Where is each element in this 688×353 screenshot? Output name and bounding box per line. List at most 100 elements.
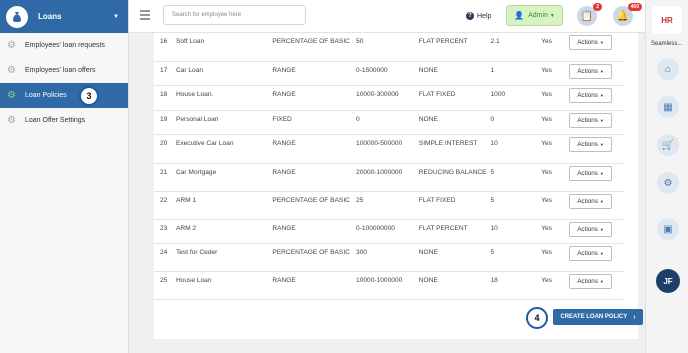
active-status: Yes xyxy=(541,115,552,123)
admin-dropdown[interactable]: 👤 Admin ▼ xyxy=(506,5,563,26)
notification-count-badge: 460 xyxy=(627,3,642,11)
actions-dropdown-button[interactable]: Actions ▼ xyxy=(569,35,613,50)
caret-down-icon: ▼ xyxy=(599,68,604,74)
row-number: 22 xyxy=(160,196,168,204)
interest-type: FLAT PERCENT xyxy=(418,224,468,232)
row-number: 17 xyxy=(160,66,168,74)
table-row: 23 ARM 2 RANGE 0-100000000 FLAT PERCENT 10 Yes… xyxy=(154,219,624,243)
interest-rate: 5 xyxy=(490,248,495,256)
active-status: Yes xyxy=(541,248,552,256)
caret-down-icon: ▼ xyxy=(599,40,604,45)
table-row: 17 Car Loan RANGE 0-1500000 NONE 1 Yes Actions ▼ xyxy=(154,61,624,85)
notifications-button[interactable]: 🔔 460 xyxy=(613,3,642,26)
row-number: 21 xyxy=(160,168,168,176)
right-rail: HR Seamless... ⌂ ▦ 🛒 ⚙ ▣ JF xyxy=(645,0,688,353)
actions-cell: Actions ▼ xyxy=(569,191,624,219)
interest-type: FLAT PERCENT xyxy=(418,38,468,45)
actions-cell: Actions ▼ xyxy=(569,243,624,271)
sidebar-item-loan-requests[interactable]: ⚙ Employees' loan requests xyxy=(0,33,128,58)
policy-name: Executive Car Loan xyxy=(175,139,234,147)
actions-dropdown-button[interactable]: Actions ▼ xyxy=(569,245,613,261)
policy-name: Soft Loan xyxy=(175,38,205,45)
policy-value: 10000-1000000 xyxy=(356,276,403,284)
policy-value: 10000-300000 xyxy=(356,90,399,98)
create-loan-policy-button[interactable]: CREATE LOAN POLICY › xyxy=(553,309,643,325)
chevron-down-icon[interactable]: ▼ xyxy=(113,14,119,20)
policy-type: RANGE xyxy=(272,66,296,74)
interest-rate: 5 xyxy=(490,196,495,204)
actions-dropdown-button[interactable]: Actions ▼ xyxy=(569,63,613,79)
sidebar-title: Loans xyxy=(38,12,62,21)
actions-cell: Actions ▼ xyxy=(569,134,624,163)
user-icon: 👤 xyxy=(514,11,525,20)
active-status: Yes xyxy=(541,196,552,204)
actions-label: Actions xyxy=(577,225,598,233)
actions-label: Actions xyxy=(577,140,598,148)
row-number: 23 xyxy=(160,224,168,232)
actions-cell: Actions ▼ xyxy=(569,219,624,243)
sidebar-item-loan-offers[interactable]: ⚙ Employees' loan offers xyxy=(0,58,128,83)
actions-label: Actions xyxy=(577,249,598,257)
actions-cell: Actions ▼ xyxy=(569,110,624,134)
menu-icon[interactable] xyxy=(140,10,150,20)
actions-label: Actions xyxy=(577,169,598,177)
policy-name: House Loan xyxy=(175,276,212,284)
sidebar-item-label: Loan Offer Settings xyxy=(25,117,86,124)
active-status: Yes xyxy=(541,224,552,232)
caret-down-icon: ▼ xyxy=(599,117,604,123)
row-number: 20 xyxy=(160,139,168,147)
actions-label: Actions xyxy=(577,116,598,124)
actions-dropdown-button[interactable]: Actions ▼ xyxy=(569,193,613,209)
interest-rate: 1000 xyxy=(490,90,506,98)
help-link[interactable]: ? Help xyxy=(466,12,491,20)
table-row: 24 Test for Ceder PERCENTAGE OF BASIC 300 NO… xyxy=(154,243,624,271)
money-bag-icon xyxy=(6,5,28,28)
actions-dropdown-button[interactable]: Actions ▼ xyxy=(569,136,613,152)
rail-label: Seamless... xyxy=(651,41,683,47)
interest-rate: 1 xyxy=(490,66,495,74)
grid-icon[interactable]: ▦ xyxy=(657,96,679,118)
active-status: Yes xyxy=(541,90,552,98)
sidebar-item-loan-offer-settings[interactable]: ⚙ Loan Offer Settings xyxy=(0,108,128,133)
actions-label: Actions xyxy=(577,91,598,99)
policy-type: FIXED xyxy=(272,115,292,123)
interest-rate: 5 xyxy=(490,168,495,176)
actions-dropdown-button[interactable]: Actions ▼ xyxy=(569,273,613,289)
policy-name: Car Loan xyxy=(175,66,204,74)
policy-name: ARM 2 xyxy=(175,224,197,232)
interest-type: FLAT FIXED xyxy=(418,90,456,98)
policy-value: 0 xyxy=(356,115,360,123)
row-number: 19 xyxy=(160,115,168,123)
actions-dropdown-button[interactable]: Actions ▼ xyxy=(569,87,613,103)
search-input[interactable]: Search for employee here xyxy=(163,5,306,25)
avatar[interactable]: JF xyxy=(656,269,680,293)
caret-down-icon: ▼ xyxy=(599,278,604,284)
help-label: Help xyxy=(477,12,492,20)
actions-dropdown-button[interactable]: Actions ▼ xyxy=(569,221,613,237)
actions-cell: Actions ▼ xyxy=(569,85,624,110)
table-row: 18 House Loan. RANGE 10000-300000 FLAT FIXED… xyxy=(154,85,624,110)
sidebar-header[interactable]: Loans ▼ xyxy=(0,0,128,33)
loan-policies-table: 16 Soft Loan PERCENTAGE OF BASIC 50 FLAT PER… xyxy=(154,33,624,300)
apps-icon[interactable]: ▣ xyxy=(657,218,679,240)
interest-type: REDUCING BALANCE xyxy=(418,168,487,176)
clipboard-button[interactable]: 📋 2 xyxy=(577,3,602,26)
cart-icon[interactable]: 🛒 xyxy=(657,134,679,156)
sidebar-item-loan-policies[interactable]: ⚙ Loan Policies 3 xyxy=(0,83,128,108)
caret-down-icon: ▼ xyxy=(599,141,604,147)
policy-type: PERCENTAGE OF BASIC xyxy=(272,38,350,45)
actions-dropdown-button[interactable]: Actions ▼ xyxy=(569,112,613,128)
gear-icon: ⚙ xyxy=(7,114,16,126)
interest-rate: 10 xyxy=(490,139,498,147)
actions-dropdown-button[interactable]: Actions ▼ xyxy=(569,165,613,181)
settings-icon[interactable]: ⚙ xyxy=(657,172,679,194)
create-button-label: CREATE LOAN POLICY xyxy=(560,314,628,320)
sidebar: Loans ▼ ⚙ Employees' loan requests ⚙ Emp… xyxy=(0,0,129,353)
home-icon[interactable]: ⌂ xyxy=(657,58,679,80)
loan-policies-card: 16 Soft Loan PERCENTAGE OF BASIC 50 FLAT PER… xyxy=(154,33,643,339)
active-status: Yes xyxy=(541,38,552,45)
company-logo[interactable]: HR xyxy=(652,6,682,34)
bell-icon: 🔔 xyxy=(616,10,630,22)
table-row: 25 House Loan RANGE 10000-1000000 NONE 18 Yes A… xyxy=(154,271,624,299)
interest-type: NONE xyxy=(418,66,438,74)
